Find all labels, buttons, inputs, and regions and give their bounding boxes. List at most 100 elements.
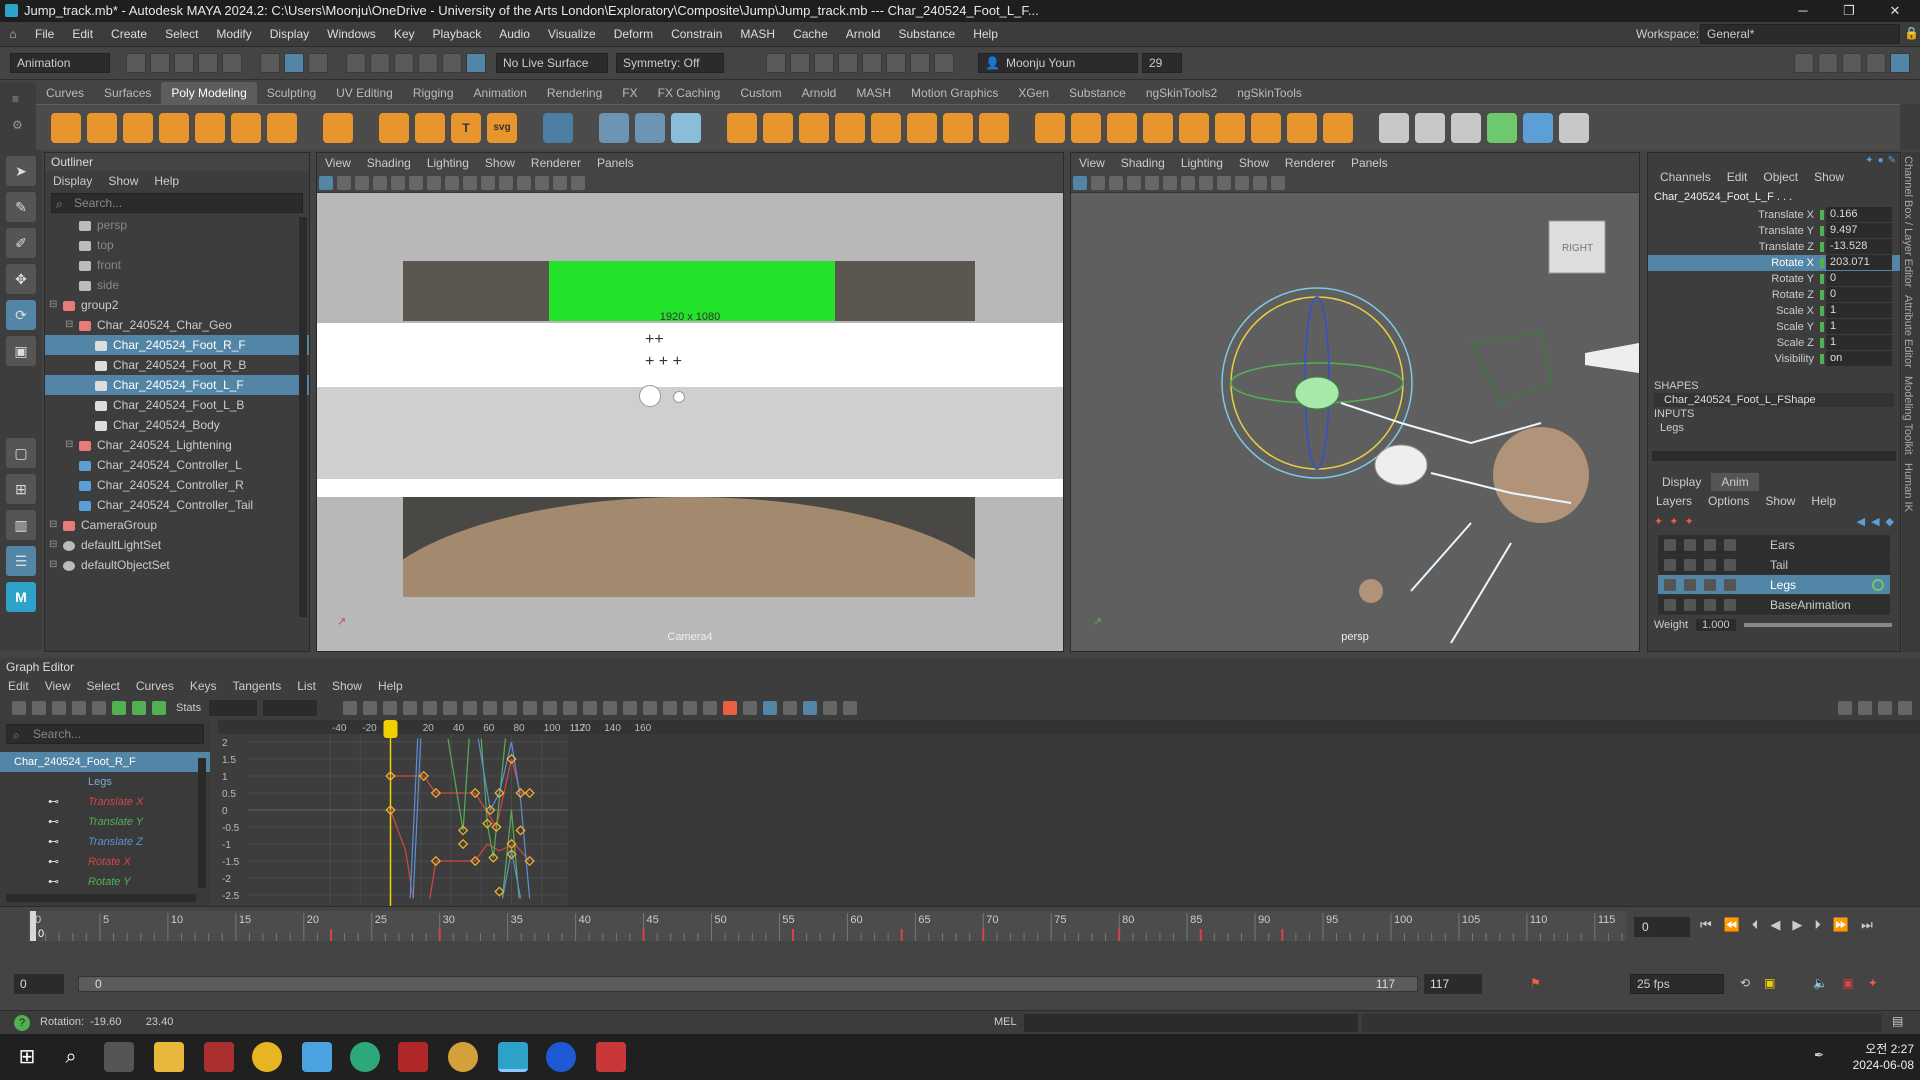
anim-prefs-icon[interactable]: ✦ (1868, 976, 1878, 990)
viewport-left-canvas[interactable]: ++ + + + (317, 193, 1063, 651)
new-layer-icon[interactable]: ✦ (1654, 515, 1663, 528)
menu-audio[interactable]: Audio (490, 22, 539, 47)
shelf-tab-rendering[interactable]: Rendering (537, 82, 612, 104)
snap-curve-icon[interactable] (370, 53, 390, 73)
layer-key-icon[interactable]: ◆ (1886, 515, 1900, 528)
plateau-tangent-icon[interactable] (543, 701, 558, 715)
blue-app-icon[interactable] (546, 1042, 576, 1072)
fill-hole-icon[interactable] (1071, 112, 1101, 143)
layer-mute-icon[interactable] (1704, 559, 1716, 571)
viewport-menu-shading[interactable]: Shading (1113, 153, 1173, 173)
save-scene-icon[interactable] (174, 53, 194, 73)
user-dropdown[interactable]: 👤 Moonju Youn (978, 53, 1138, 73)
poly-cylinder-icon[interactable] (123, 112, 153, 143)
poly-plane-icon[interactable] (231, 112, 261, 143)
edge-icon[interactable] (350, 1042, 380, 1072)
layer-solo-icon[interactable] (1684, 559, 1696, 571)
shelf-options[interactable]: ≡ ⚙ (0, 82, 36, 150)
search-icon-taskbar[interactable]: ⌕ (56, 1042, 86, 1072)
shelf-menu-icon[interactable]: ≡ (12, 92, 19, 106)
timeline-current-frame-marker[interactable] (30, 911, 36, 941)
linear-tangent-icon[interactable] (483, 701, 498, 715)
swap-buffer-icon[interactable] (663, 701, 678, 715)
two-view-layout-icon[interactable]: ▥ (6, 510, 36, 540)
graph-menu-show[interactable]: Show (324, 676, 370, 696)
script-editor-icon[interactable]: ▤ (1892, 1014, 1903, 1028)
sound-icon[interactable]: 🔈 (1813, 976, 1828, 990)
post-infinity-icon[interactable] (743, 701, 758, 715)
menu-playback[interactable]: Playback (424, 22, 491, 47)
outliner-menu-show[interactable]: Show (100, 171, 146, 191)
menu-key[interactable]: Key (385, 22, 424, 47)
snap-grid-icon[interactable] (346, 53, 366, 73)
uv-editor-icon[interactable] (1451, 112, 1481, 143)
side-tab-modeling-toolkit[interactable]: Modeling Toolkit (1902, 372, 1914, 459)
outliner-item[interactable]: Char_240524_Foot_L_B (45, 395, 309, 415)
paint-select-icon[interactable]: ✐ (6, 228, 36, 258)
layer-ghost-icon[interactable] (1724, 539, 1736, 551)
outliner-item[interactable]: ⊟ Char_240524_Char_Geo (45, 315, 309, 335)
channel-visibility[interactable]: Visibility on (1648, 351, 1900, 367)
input-name[interactable]: Legs (1648, 421, 1900, 435)
remesh-icon[interactable] (835, 112, 865, 143)
channel-rotate-y[interactable]: Rotate Y 0 (1648, 271, 1900, 287)
render-settings-icon[interactable] (838, 53, 858, 73)
move-layer-up-icon[interactable]: ◀ (1857, 515, 1865, 528)
channel-value[interactable]: 0.166 (1826, 207, 1892, 222)
grid-toggle-icon-2[interactable] (1145, 175, 1159, 190)
viewport-menu-renderer[interactable]: Renderer (1277, 153, 1343, 173)
expand-toggle-icon[interactable]: ⊟ (65, 315, 73, 335)
layer-lock-icon[interactable] (1664, 579, 1676, 591)
framing-icon[interactable] (343, 701, 358, 715)
graph-curve-item[interactable]: ⊷ Translate Y (0, 812, 210, 832)
shelf-tab-uv-editing[interactable]: UV Editing (326, 82, 403, 104)
channel-scale-z[interactable]: Scale Z 1 (1648, 335, 1900, 351)
shelf-tab-ngskintools2[interactable]: ngSkinTools2 (1136, 82, 1227, 104)
xray-icon[interactable] (553, 175, 567, 190)
planar-uv-icon[interactable] (1379, 112, 1409, 143)
viewport-menu-panels[interactable]: Panels (1343, 153, 1396, 173)
menu-substance[interactable]: Substance (889, 22, 964, 47)
step-forward-key-icon[interactable]: ⏩ (1833, 917, 1849, 933)
foot-mesh-white[interactable] (1374, 444, 1428, 486)
layer-menu-help[interactable]: Help (1803, 491, 1844, 511)
viewport-menu-lighting[interactable]: Lighting (419, 153, 477, 173)
shelf-tab-motion-graphics[interactable]: Motion Graphics (901, 82, 1008, 104)
snap-surface-icon[interactable] (442, 53, 462, 73)
stats-value-field[interactable] (263, 700, 318, 716)
menu-deform[interactable]: Deform (605, 22, 662, 47)
layer-mute-icon[interactable] (1704, 579, 1716, 591)
curve-display-icon[interactable] (1898, 701, 1912, 715)
lock-weight-icon[interactable] (623, 701, 638, 715)
region-tool-icon[interactable] (72, 701, 86, 715)
lights-icon-2[interactable] (1235, 175, 1249, 190)
ipr-render-icon[interactable] (814, 53, 834, 73)
rotate-tool-icon[interactable]: ⟳ (6, 300, 36, 330)
graph-menu-keys[interactable]: Keys (182, 676, 225, 696)
insert-edge-loop-icon[interactable] (1215, 112, 1245, 143)
shelf-tab-sculpting[interactable]: Sculpting (257, 82, 326, 104)
redo-icon[interactable] (222, 53, 242, 73)
isolate-icon-2[interactable] (1271, 175, 1285, 190)
maya-m-icon[interactable]: M (6, 582, 36, 612)
step-tangent-icon[interactable] (523, 701, 538, 715)
close-icon[interactable]: ✕ (1872, 0, 1918, 22)
outliner-item[interactable]: ⊟ defaultLightSet (45, 535, 309, 555)
graph-menu-view[interactable]: View (37, 676, 79, 696)
outliner-scrollbar[interactable] (299, 217, 307, 617)
frame-all-icon[interactable] (363, 701, 378, 715)
svg-tool-icon[interactable]: svg (487, 112, 517, 143)
outliner-item[interactable]: front (45, 255, 309, 275)
viewport-menu-show[interactable]: Show (477, 153, 523, 173)
shelf-tab-fx[interactable]: FX (612, 82, 647, 104)
retime-tool-icon[interactable] (92, 701, 106, 715)
bird-app-icon[interactable] (302, 1042, 332, 1072)
layer-lock-icon[interactable] (1664, 539, 1676, 551)
scale-tool-icon[interactable]: ▣ (6, 336, 36, 366)
outliner-item[interactable]: side (45, 275, 309, 295)
channel-value[interactable]: 0 (1826, 271, 1892, 286)
graph-curve-item[interactable]: ⊷ Rotate Y (0, 872, 210, 892)
menu-edit[interactable]: Edit (63, 22, 102, 47)
mirror-icon[interactable] (727, 112, 757, 143)
expand-toggle-icon[interactable]: ⊟ (65, 435, 73, 455)
